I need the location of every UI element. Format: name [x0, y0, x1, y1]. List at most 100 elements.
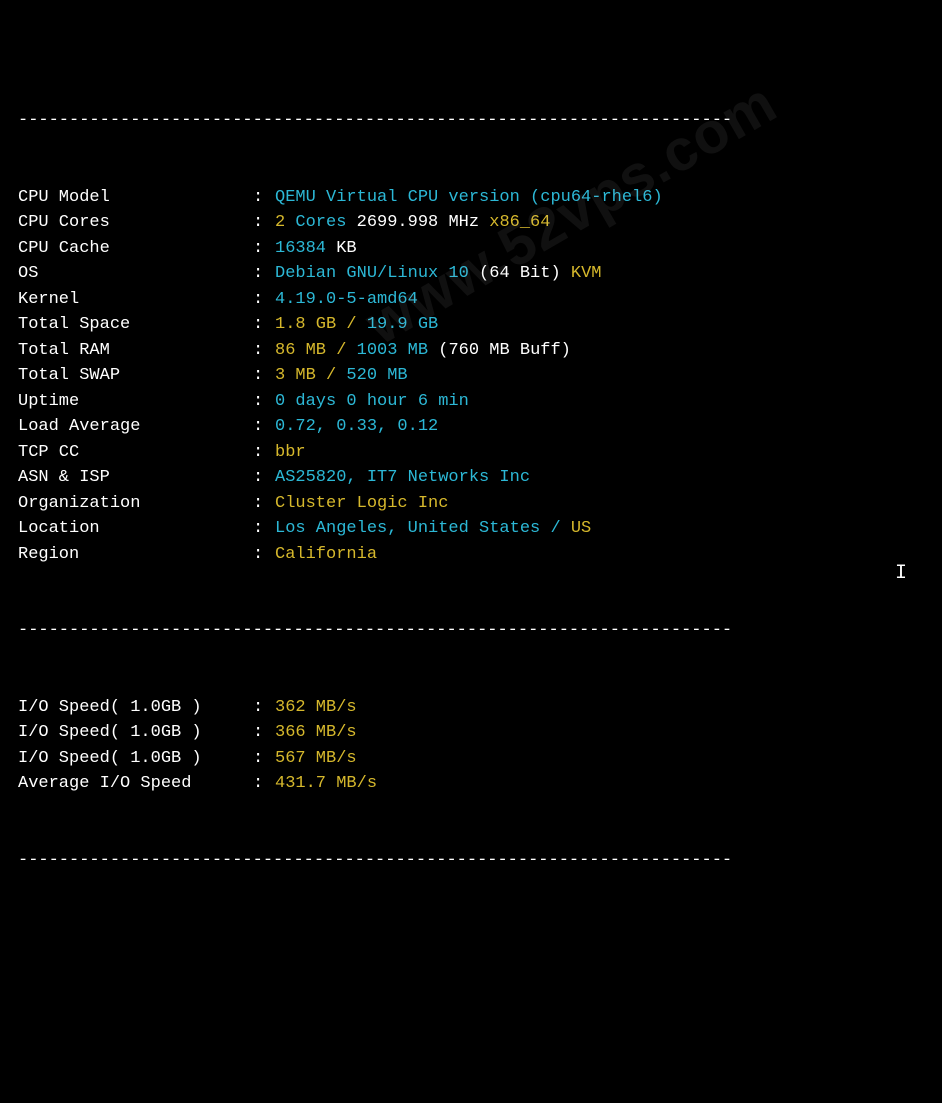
colon: :: [253, 695, 275, 721]
iospeed-label: I/O Speed( 1.0GB ): [18, 720, 253, 746]
sysinfo-value: 3 MB / 520 MB: [275, 363, 408, 389]
sysinfo-value: Cluster Logic Inc: [275, 491, 448, 517]
sysinfo-value-part: x86_64: [489, 213, 550, 232]
sysinfo-value: Debian GNU/Linux 10 (64 Bit) KVM: [275, 261, 601, 287]
sysinfo-label: CPU Model: [18, 185, 253, 211]
sysinfo-row: CPU Cores: 2 Cores 2699.998 MHz x86_64: [18, 210, 924, 236]
sysinfo-value: 4.19.0-5-amd64: [275, 287, 418, 313]
iospeed-section: I/O Speed( 1.0GB ): 362 MB/sI/O Speed( 1…: [18, 695, 924, 797]
iospeed-value-part: 362 MB/s: [275, 698, 357, 717]
sysinfo-row: Load Average: 0.72, 0.33, 0.12: [18, 414, 924, 440]
sysinfo-value-part: KB: [336, 239, 356, 258]
divider-middle: ----------------------------------------…: [18, 618, 924, 644]
colon: :: [253, 720, 275, 746]
sysinfo-value-part: 86 MB /: [275, 341, 357, 360]
colon: :: [253, 261, 275, 287]
sysinfo-value-part: AS25820, IT7 Networks Inc: [275, 468, 530, 487]
colon: :: [253, 287, 275, 313]
sysinfo-value-part: US: [571, 519, 591, 538]
sysinfo-value-part: KVM: [571, 264, 602, 283]
sysinfo-row: Region: California: [18, 542, 924, 568]
sysinfo-value: 86 MB / 1003 MB (760 MB Buff): [275, 338, 571, 364]
sysinfo-label: Region: [18, 542, 253, 568]
sysinfo-value-part: Cluster Logic Inc: [275, 494, 448, 513]
sysinfo-value-part: 2699.998 MHz: [357, 213, 490, 232]
colon: :: [253, 185, 275, 211]
colon: :: [253, 746, 275, 772]
sysinfo-label: Uptime: [18, 389, 253, 415]
iospeed-label: I/O Speed( 1.0GB ): [18, 695, 253, 721]
sysinfo-label: Kernel: [18, 287, 253, 313]
iospeed-label: Average I/O Speed: [18, 771, 253, 797]
sysinfo-value-part: (760 MB Buff): [438, 341, 571, 360]
sysinfo-row: Total Space: 1.8 GB / 19.9 GB: [18, 312, 924, 338]
sysinfo-value: California: [275, 542, 377, 568]
sysinfo-value: 16384 KB: [275, 236, 357, 262]
sysinfo-row: Kernel: 4.19.0-5-amd64: [18, 287, 924, 313]
text-cursor-icon: I: [895, 559, 907, 589]
colon: :: [253, 516, 275, 542]
sysinfo-row: CPU Model: QEMU Virtual CPU version (cpu…: [18, 185, 924, 211]
colon: :: [253, 771, 275, 797]
iospeed-value: 567 MB/s: [275, 746, 357, 772]
sysinfo-value-part: 2: [275, 213, 285, 232]
divider-top: ----------------------------------------…: [18, 108, 924, 134]
sysinfo-row: Organization: Cluster Logic Inc: [18, 491, 924, 517]
sysinfo-value-part: 1.8 GB /: [275, 315, 367, 334]
colon: :: [253, 542, 275, 568]
sysinfo-label: Organization: [18, 491, 253, 517]
sysinfo-value-part: Cores: [285, 213, 356, 232]
sysinfo-row: ASN & ISP: AS25820, IT7 Networks Inc: [18, 465, 924, 491]
sysinfo-value-part: QEMU Virtual CPU version (cpu64-rhel6): [275, 188, 663, 207]
sysinfo-label: Total SWAP: [18, 363, 253, 389]
colon: :: [253, 363, 275, 389]
sysinfo-value-part: California: [275, 545, 377, 564]
sysinfo-row: Total SWAP: 3 MB / 520 MB: [18, 363, 924, 389]
sysinfo-value: 0 days 0 hour 6 min: [275, 389, 469, 415]
iospeed-value-part: 431.7 MB/s: [275, 774, 377, 793]
sysinfo-value-part: 4.19.0-5-amd64: [275, 290, 418, 309]
sysinfo-value-part: Debian GNU/Linux 10: [275, 264, 479, 283]
colon: :: [253, 440, 275, 466]
sysinfo-label: TCP CC: [18, 440, 253, 466]
iospeed-row: I/O Speed( 1.0GB ): 362 MB/s: [18, 695, 924, 721]
sysinfo-value-part: 1003 MB: [357, 341, 439, 360]
sysinfo-row: TCP CC: bbr: [18, 440, 924, 466]
colon: :: [253, 236, 275, 262]
sysinfo-label: OS: [18, 261, 253, 287]
sysinfo-value: Los Angeles, United States / US: [275, 516, 591, 542]
colon: :: [253, 389, 275, 415]
sysinfo-value-part: 520 MB: [346, 366, 407, 385]
sysinfo-section: CPU Model: QEMU Virtual CPU version (cpu…: [18, 185, 924, 568]
iospeed-row: I/O Speed( 1.0GB ): 567 MB/s: [18, 746, 924, 772]
sysinfo-row: CPU Cache: 16384 KB: [18, 236, 924, 262]
sysinfo-row: OS: Debian GNU/Linux 10 (64 Bit) KVM: [18, 261, 924, 287]
sysinfo-row: Location: Los Angeles, United States / U…: [18, 516, 924, 542]
sysinfo-value: 0.72, 0.33, 0.12: [275, 414, 438, 440]
sysinfo-value-part: Los Angeles, United States /: [275, 519, 571, 538]
sysinfo-label: CPU Cache: [18, 236, 253, 262]
sysinfo-label: CPU Cores: [18, 210, 253, 236]
sysinfo-value-part: (64 Bit): [479, 264, 571, 283]
sysinfo-label: Total RAM: [18, 338, 253, 364]
sysinfo-value-part: 0 days 0 hour 6 min: [275, 392, 469, 411]
sysinfo-label: Total Space: [18, 312, 253, 338]
sysinfo-label: Location: [18, 516, 253, 542]
iospeed-row: I/O Speed( 1.0GB ): 366 MB/s: [18, 720, 924, 746]
sysinfo-label: Load Average: [18, 414, 253, 440]
sysinfo-row: Uptime: 0 days 0 hour 6 min: [18, 389, 924, 415]
iospeed-value: 431.7 MB/s: [275, 771, 377, 797]
colon: :: [253, 210, 275, 236]
iospeed-value: 366 MB/s: [275, 720, 357, 746]
sysinfo-value-part: 3 MB /: [275, 366, 346, 385]
colon: :: [253, 414, 275, 440]
colon: :: [253, 338, 275, 364]
sysinfo-value: bbr: [275, 440, 306, 466]
iospeed-row: Average I/O Speed: 431.7 MB/s: [18, 771, 924, 797]
iospeed-label: I/O Speed( 1.0GB ): [18, 746, 253, 772]
sysinfo-value: AS25820, IT7 Networks Inc: [275, 465, 530, 491]
sysinfo-value-part: 0.72, 0.33, 0.12: [275, 417, 438, 436]
iospeed-value-part: 567 MB/s: [275, 749, 357, 768]
sysinfo-value: 1.8 GB / 19.9 GB: [275, 312, 438, 338]
sysinfo-value: 2 Cores 2699.998 MHz x86_64: [275, 210, 550, 236]
